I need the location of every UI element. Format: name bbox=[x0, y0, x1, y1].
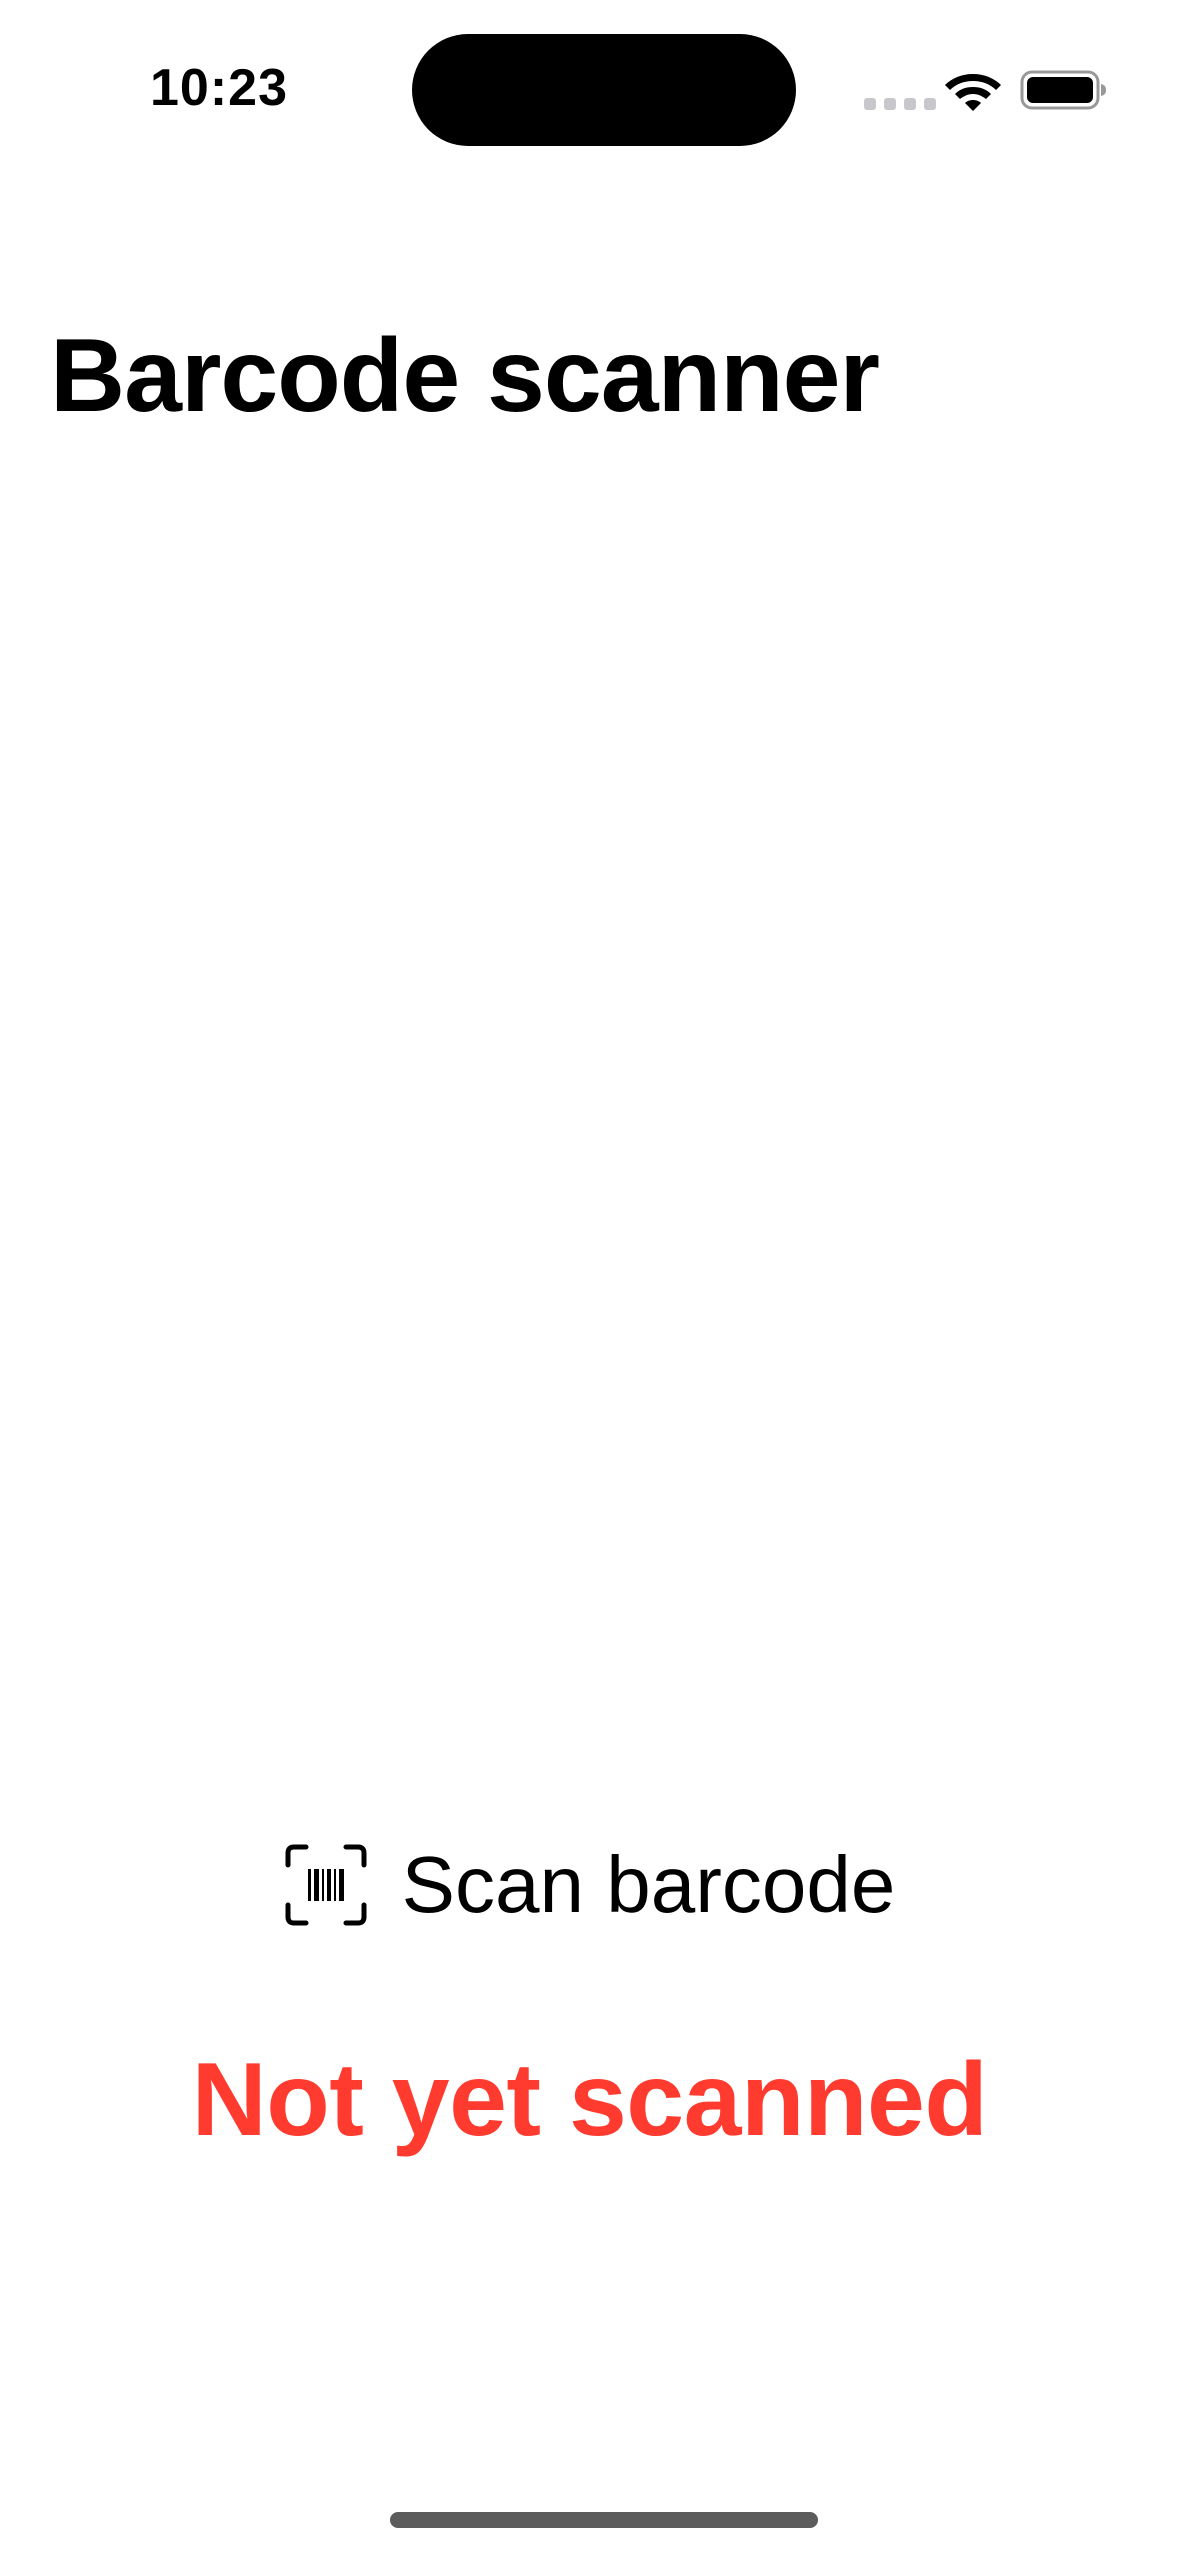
home-indicator[interactable] bbox=[390, 2512, 818, 2528]
battery-icon bbox=[1020, 70, 1106, 110]
barcode-viewfinder-icon bbox=[285, 1844, 367, 1926]
scan-barcode-button[interactable]: Scan barcode bbox=[0, 1830, 1179, 1940]
scan-status-text: Not yet scanned bbox=[191, 2042, 988, 2158]
dynamic-island bbox=[412, 34, 796, 146]
signal-dots-icon bbox=[864, 98, 936, 110]
wifi-icon bbox=[945, 74, 1001, 111]
scan-button-label: Scan barcode bbox=[401, 1840, 896, 1929]
status-bar-time: 10:23 bbox=[150, 59, 288, 117]
page-title: Barcode scanner bbox=[50, 318, 880, 434]
